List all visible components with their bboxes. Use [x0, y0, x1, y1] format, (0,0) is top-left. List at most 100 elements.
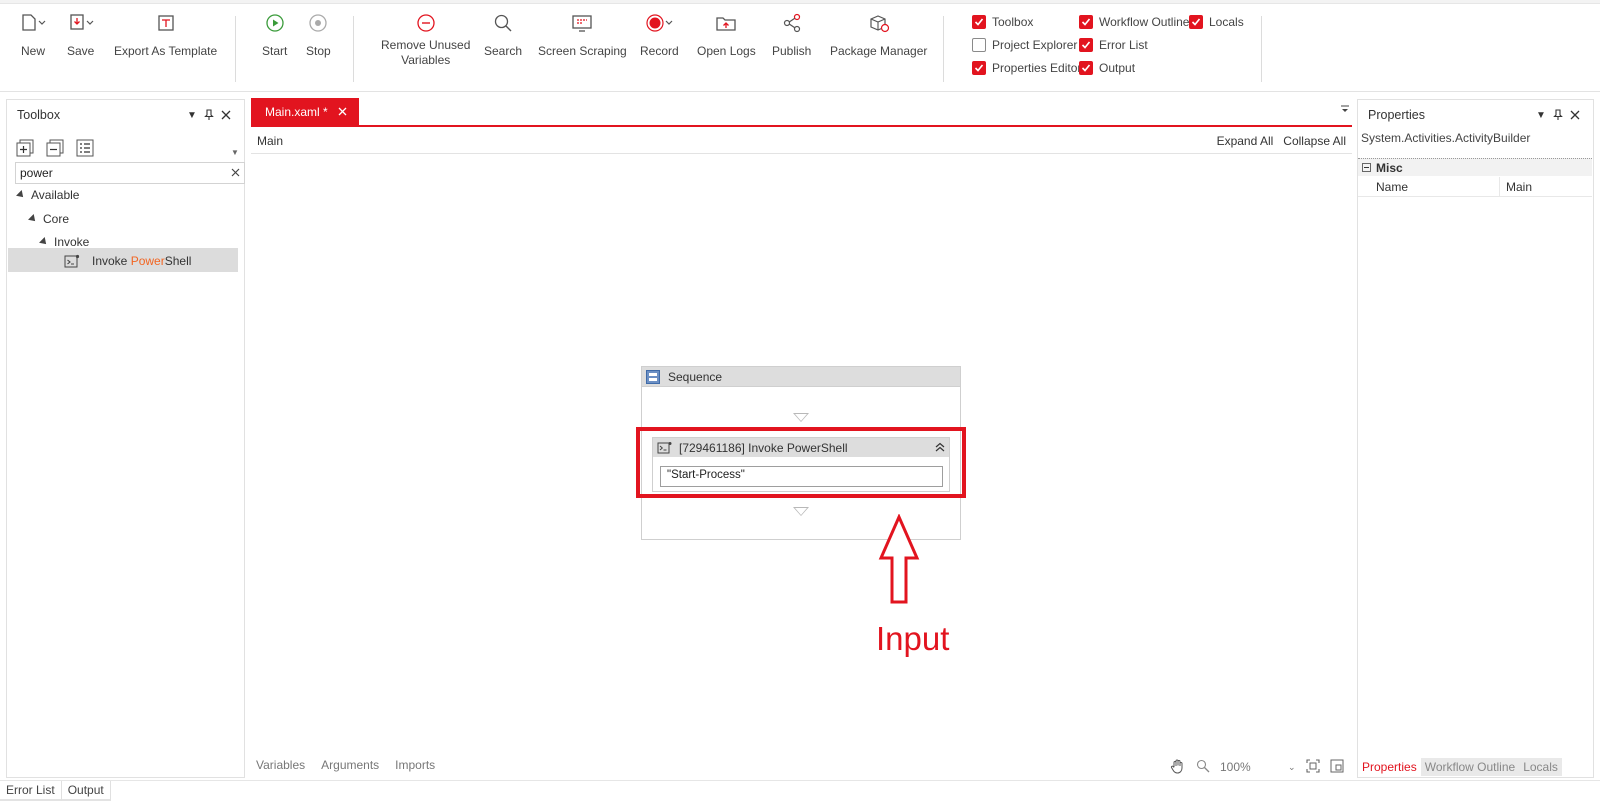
drop-target-arrow-icon[interactable] [793, 413, 809, 422]
tree-node-label: Core [43, 212, 70, 226]
pin-icon[interactable] [201, 107, 217, 123]
project-explorer-toggle-label: Project Explorer [992, 38, 1078, 52]
search-button[interactable]: Search [484, 12, 522, 59]
checkbox-unchecked-icon [972, 38, 986, 52]
checkbox-checked-icon [1079, 61, 1093, 75]
tree-node-available[interactable]: Available [16, 184, 80, 206]
tab-variables[interactable]: Variables [256, 758, 305, 778]
close-icon[interactable] [1567, 107, 1583, 123]
ribbon-separator [943, 16, 944, 82]
open-logs-label: Open Logs [697, 44, 756, 58]
category-label: Misc [1376, 160, 1403, 175]
properties-editor-toggle[interactable]: Properties Editor [972, 61, 1081, 75]
project-explorer-toggle[interactable]: Project Explorer [972, 38, 1077, 52]
toolbox-panel: Toolbox ▼ ▼ power Available Core Invoke [6, 99, 245, 778]
search-label: Search [484, 44, 523, 58]
checkbox-checked-icon [972, 15, 986, 29]
new-button[interactable]: New [20, 12, 46, 59]
publish-button[interactable]: Publish [772, 12, 811, 59]
fit-to-screen-icon[interactable] [1305, 758, 1320, 776]
pin-icon[interactable] [1550, 107, 1566, 123]
tree-node-core[interactable]: Core [28, 208, 70, 230]
ribbon-separator [353, 16, 354, 82]
annotation-highlight-box [636, 427, 966, 498]
start-label: Start [262, 44, 288, 58]
overview-map-icon[interactable] [1330, 759, 1344, 776]
start-button[interactable]: Start [262, 12, 287, 59]
ribbon-title-strip [0, 0, 1600, 4]
share-icon [782, 12, 802, 34]
toolbox-header: Toolbox ▼ [7, 103, 244, 127]
close-tab-icon[interactable] [338, 105, 347, 119]
dropdown-icon[interactable]: ▼ [1533, 107, 1549, 123]
error-list-toggle-label: Error List [1099, 38, 1148, 52]
zoom-icon[interactable] [1196, 759, 1210, 776]
checkbox-checked-icon [972, 61, 986, 75]
new-file-icon [20, 12, 46, 34]
dropdown-icon[interactable]: ▼ [184, 107, 200, 123]
tab-locals[interactable]: Locals [1519, 758, 1562, 776]
package-manager-button[interactable]: Package Manager [830, 12, 927, 59]
tab-arguments[interactable]: Arguments [321, 758, 379, 778]
expand-all-icon[interactable] [15, 138, 35, 158]
chevron-down-icon[interactable]: ⌄ [1288, 762, 1296, 773]
toolbox-toggle[interactable]: Toolbox [972, 15, 1033, 29]
checkbox-checked-icon [1079, 15, 1093, 29]
screen-scraping-button[interactable]: Screen Scraping [538, 12, 627, 59]
remove-unused-label-1: Remove Unused [381, 38, 471, 52]
publish-label: Publish [772, 44, 812, 58]
locals-toggle[interactable]: Locals [1189, 15, 1244, 29]
clear-search-icon[interactable] [231, 166, 240, 180]
tab-properties[interactable]: Properties [1358, 758, 1421, 776]
ribbon-separator [1261, 16, 1262, 82]
tab-output[interactable]: Output [61, 781, 111, 801]
property-key: Name [1358, 177, 1500, 196]
stop-button[interactable]: Stop [306, 12, 331, 59]
breadcrumb[interactable]: Main [257, 134, 283, 148]
toolbox-search-input[interactable]: power [15, 162, 245, 184]
category-misc[interactable]: Misc [1358, 158, 1592, 176]
filter-icon[interactable]: ▼ [231, 148, 239, 157]
collapse-all-link[interactable]: Collapse All [1283, 134, 1346, 148]
save-button[interactable]: Save [67, 12, 94, 59]
tab-main-xaml[interactable]: Main.xaml * [251, 98, 359, 126]
tab-underline [251, 125, 1352, 127]
drop-target-arrow-icon[interactable] [793, 507, 809, 516]
tab-workflow-outline[interactable]: Workflow Outline [1420, 758, 1520, 776]
stop-label: Stop [306, 44, 331, 58]
hand-pan-icon[interactable] [1170, 758, 1186, 777]
property-value-input[interactable]: Main [1500, 177, 1592, 196]
expand-all-link[interactable]: Expand All [1217, 134, 1274, 148]
play-icon [265, 12, 285, 34]
collapse-all-icon[interactable] [45, 138, 65, 158]
stop-icon [308, 12, 328, 34]
output-toggle[interactable]: Output [1079, 61, 1135, 75]
collapse-category-icon[interactable] [1362, 163, 1371, 172]
list-view-icon[interactable] [75, 138, 95, 158]
remove-unused-variables-button[interactable]: Remove Unused Variables [381, 12, 470, 68]
error-list-toggle[interactable]: Error List [1079, 38, 1148, 52]
output-toggle-label: Output [1099, 61, 1136, 75]
checkbox-checked-icon [1079, 38, 1093, 52]
zoom-level-select[interactable]: 100% [1220, 760, 1278, 774]
checkbox-checked-icon [1189, 15, 1203, 29]
tab-error-list[interactable]: Error List [0, 781, 62, 801]
export-template-button[interactable]: Export As Template [114, 12, 217, 59]
workflow-outline-toggle[interactable]: Workflow Outline [1079, 15, 1189, 29]
tree-item-invoke-powershell-content[interactable]: Invoke Power Shell [64, 250, 191, 272]
tab-imports[interactable]: Imports [395, 758, 435, 778]
sequence-title: Sequence [668, 369, 723, 384]
record-label: Record [640, 44, 679, 58]
close-icon[interactable] [218, 107, 234, 123]
property-row-name: Name Main [1358, 177, 1592, 197]
tree-node-label: Available [31, 188, 80, 202]
tree-node-label: Invoke [54, 235, 90, 249]
open-logs-button[interactable]: Open Logs [697, 12, 756, 59]
tab-overflow-icon[interactable] [1340, 104, 1350, 117]
ribbon-separator [235, 16, 236, 82]
sequence-header: Sequence [642, 367, 960, 387]
export-template-icon [156, 12, 176, 34]
record-icon [645, 12, 673, 34]
bottom-panel-tabs: Error List Output [0, 780, 1600, 801]
record-button[interactable]: Record [640, 12, 679, 59]
